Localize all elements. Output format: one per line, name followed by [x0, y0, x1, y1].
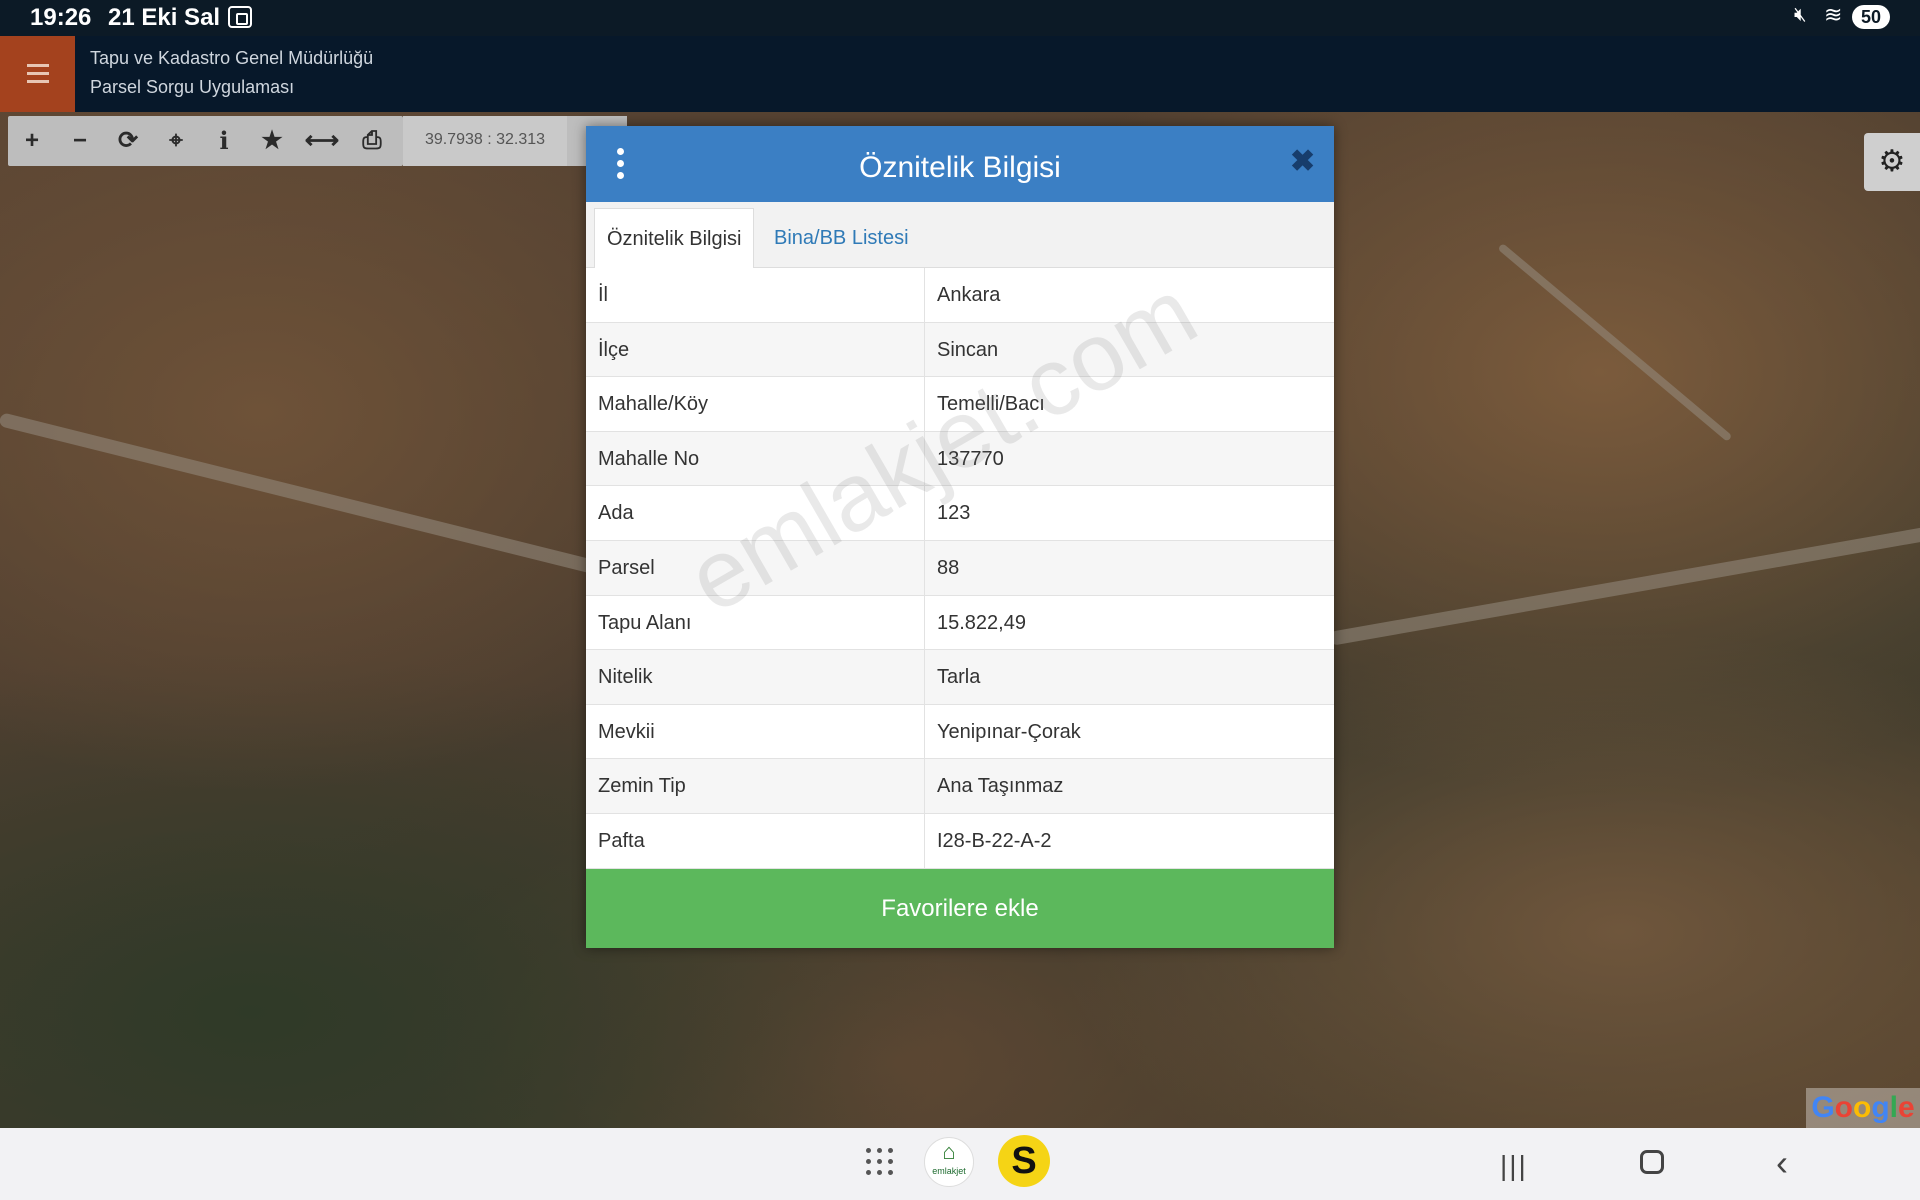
emlakjet-app-label: emlakjet	[932, 1166, 966, 1176]
row-key: Ada	[598, 502, 634, 525]
attribute-info-dialog: Öznitelik Bilgisi ✖ Öznitelik Bilgisi Bi…	[586, 126, 1334, 948]
row-key: Mevkii	[598, 720, 655, 743]
emlakjet-app-icon[interactable]: ⌂ emlakjet	[924, 1137, 974, 1187]
locate-icon[interactable]: ⌖	[152, 116, 200, 166]
table-row: Mahalle/Köy Temelli/Bacı	[586, 377, 1334, 432]
row-value: 88	[937, 556, 960, 579]
add-to-favorites-button[interactable]: Favorilere ekle	[586, 869, 1334, 948]
app-header: Tapu ve Kadastro Genel Müdürlüğü Parsel …	[0, 36, 1920, 112]
row-value: Ankara	[937, 284, 1001, 306]
row-value: Yenipınar-Çorak	[937, 720, 1081, 743]
measure-icon[interactable]: ⟷	[298, 116, 346, 166]
row-key: Nitelik	[598, 666, 653, 689]
settings-gear-icon[interactable]: ⚙	[1864, 133, 1920, 191]
zoom-out-icon[interactable]: −	[56, 116, 104, 166]
table-row: Mevkii Yenipınar-Çorak	[586, 704, 1334, 760]
home-icon[interactable]	[1640, 1150, 1664, 1174]
row-value: Tarla	[937, 666, 981, 689]
row-key: Parsel	[598, 556, 655, 579]
row-key: Zemin Tip	[598, 775, 686, 798]
table-row: İlçe Sincan	[586, 322, 1334, 378]
status-date: 21 Eki Sal	[108, 4, 221, 31]
google-logo: Google	[1806, 1088, 1920, 1128]
row-key: Pafta	[598, 829, 645, 852]
table-row: Mahalle No 137770	[586, 431, 1334, 487]
app-subtitle: Parsel Sorgu Uygulaması	[90, 77, 295, 97]
system-nav-bar: ⌂ emlakjet S ||| ‹	[0, 1128, 1920, 1200]
row-value: 15.822,49	[937, 611, 1026, 634]
print-icon[interactable]: ⎙	[348, 116, 396, 166]
row-key: Mahalle/Köy	[598, 393, 709, 416]
tab-building-list[interactable]: Bina/BB Listesi	[762, 208, 921, 268]
close-icon[interactable]: ✖	[1290, 144, 1315, 179]
back-icon[interactable]: ‹	[1776, 1142, 1788, 1184]
refresh-icon[interactable]: ⟳	[104, 116, 152, 166]
row-value: 137770	[937, 447, 1004, 470]
row-value: Sincan	[937, 338, 999, 361]
status-time: 19:26	[30, 4, 92, 31]
dialog-title: Öznitelik Bilgisi	[859, 151, 1061, 184]
row-value: Temelli/Bacı	[937, 393, 1045, 416]
table-row: Zemin Tip Ana Taşınmaz	[586, 759, 1334, 814]
map-toolbar: + − ⟳ ⌖ i ★ ⟷ ⎙	[8, 116, 403, 166]
table-row: Ada 123	[586, 486, 1334, 541]
s-app-icon[interactable]: S	[998, 1135, 1050, 1187]
row-key: Tapu Alanı	[598, 611, 692, 634]
table-row: İl Ankara	[586, 268, 1334, 323]
recents-icon[interactable]: |||	[1500, 1150, 1528, 1182]
tab-attribute-info[interactable]: Öznitelik Bilgisi	[594, 208, 755, 268]
table-row: Pafta I28-B-22-A-2	[586, 813, 1334, 869]
menu-button[interactable]	[0, 36, 75, 112]
wifi-icon: ≋	[1824, 2, 1843, 27]
row-key: İlçe	[598, 338, 630, 361]
star-icon[interactable]: ★	[248, 116, 296, 166]
row-value: 123	[937, 502, 971, 525]
row-key: Mahalle No	[598, 447, 700, 470]
attribute-table: İl Ankara İlçe Sincan Mahalle/Köy Temelli/B…	[586, 268, 1334, 869]
table-row: Nitelik Tarla	[586, 650, 1334, 705]
row-key: İl	[598, 284, 608, 306]
map-road	[1497, 242, 1733, 442]
map-road	[1328, 524, 1920, 646]
mute-icon: 🔇︎	[1794, 4, 1807, 26]
row-value: Ana Taşınmaz	[937, 775, 1064, 798]
table-row: Parsel 88	[586, 540, 1334, 596]
app-title: Tapu ve Kadastro Genel Müdürlüğü	[90, 48, 374, 68]
house-icon: ⌂	[942, 1139, 956, 1164]
info-icon[interactable]: i	[200, 116, 248, 166]
app-drawer-icon[interactable]	[866, 1148, 894, 1176]
battery-badge: 50	[1852, 5, 1890, 29]
coordinate-readout: 39.7938 : 32.313	[403, 116, 567, 166]
row-value: I28-B-22-A-2	[937, 829, 1052, 852]
tab-strip: Öznitelik Bilgisi Bina/BB Listesi	[586, 202, 1334, 268]
screenshot-icon	[228, 6, 252, 28]
zoom-in-icon[interactable]: +	[8, 116, 56, 166]
status-bar: 19:26 21 Eki Sal 🔇︎ ≋ 50	[0, 0, 1920, 36]
dialog-header: Öznitelik Bilgisi ✖	[586, 126, 1334, 202]
table-row: Tapu Alanı 15.822,49	[586, 595, 1334, 651]
